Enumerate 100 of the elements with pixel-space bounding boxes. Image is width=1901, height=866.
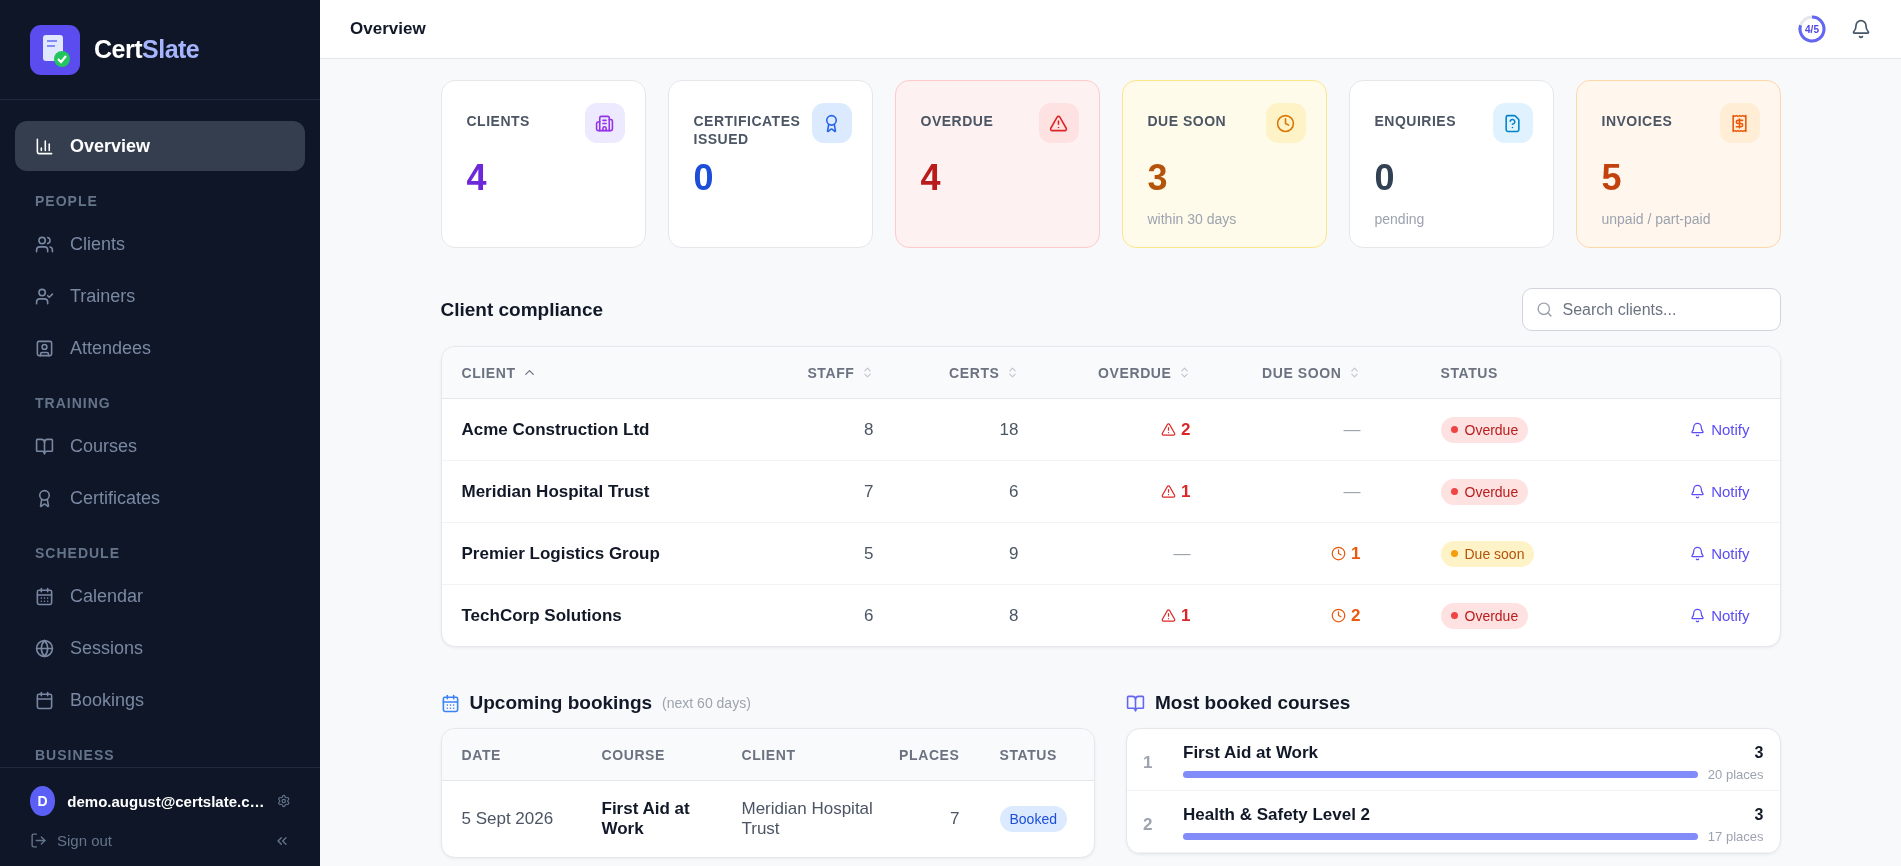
booking-count: 3	[1754, 806, 1764, 824]
table-cell: 7	[950, 809, 960, 829]
table-cell: Meridian Hospital Trust	[461, 481, 650, 502]
table-cell: 8	[1009, 605, 1019, 626]
bar-chart-icon	[35, 136, 54, 156]
table-cell: 18	[999, 419, 1019, 440]
table-cell: 8	[864, 419, 874, 440]
course-name: First Aid at Work	[1183, 743, 1319, 763]
user-check-icon	[35, 286, 54, 306]
table-cell: 5 Sept 2026	[461, 809, 554, 829]
course-name: Health & Safety Level 2	[1183, 805, 1371, 825]
rank-number: 2	[1143, 814, 1154, 835]
clock-icon	[1331, 546, 1347, 561]
status-badge: Due soon	[1440, 540, 1535, 567]
nav-item[interactable]: Attendees	[15, 323, 305, 373]
section-label: TRAINING	[34, 394, 112, 413]
stat-caption: unpaid / part-paid	[1601, 211, 1712, 227]
stat-caption: pending	[1374, 211, 1426, 227]
sign-out-link[interactable]: Sign out	[57, 832, 264, 849]
bell-icon[interactable]	[1851, 19, 1871, 39]
nav-item[interactable]: Clients	[15, 219, 305, 269]
table-cell: TechCorp Solutions	[461, 605, 622, 626]
page-title: Overview	[350, 19, 427, 39]
nav-item[interactable]: Courses	[15, 421, 305, 471]
table-cell: 5	[864, 543, 874, 564]
document-question-icon	[1492, 103, 1533, 143]
table-cell: 7	[864, 481, 874, 502]
sign-out-icon	[30, 832, 47, 849]
users-icon	[35, 234, 54, 254]
notify-link[interactable]: Notify	[1690, 421, 1750, 438]
column-header: STATUS	[1439, 364, 1500, 381]
stat-label: CERTIFICATES ISSUED	[693, 112, 802, 148]
section-title: Upcoming bookings	[469, 692, 653, 714]
stat-value: 5	[1601, 157, 1622, 199]
table-cell: —	[1173, 543, 1191, 564]
table-cell: 6	[864, 605, 874, 626]
book-icon	[1126, 693, 1145, 713]
table-cell: 2	[1181, 419, 1191, 440]
rank-number: 1	[1143, 752, 1154, 773]
notify-link[interactable]: Notify	[1690, 607, 1750, 624]
column-header[interactable]: CERTS	[873, 364, 1019, 381]
section-label: PEOPLE	[34, 192, 99, 211]
column-header[interactable]: OVERDUE	[1018, 364, 1191, 381]
table-cell: 1	[1351, 543, 1361, 564]
places-count: 17 places	[1707, 829, 1764, 844]
globe-icon	[35, 638, 54, 658]
nav-item[interactable]: Trainers	[15, 271, 305, 321]
progress-ring: 4/5	[1797, 14, 1827, 44]
table-cell-text: First Aid at Work	[601, 799, 691, 839]
nav-item[interactable]: Overview	[15, 121, 305, 171]
warning-icon	[1161, 608, 1177, 623]
table-cell: 1	[1181, 605, 1191, 626]
column-header: COURSE	[601, 746, 666, 763]
building-icon	[584, 103, 625, 143]
nav-item[interactable]: Certificates	[15, 473, 305, 523]
clock-icon	[1265, 103, 1306, 143]
table-cell-text: Meridian Hospital Trust	[741, 799, 874, 839]
stat-label: INVOICES	[1601, 112, 1673, 131]
notify-link[interactable]: Notify	[1690, 545, 1750, 562]
nav-item[interactable]: Bookings	[15, 675, 305, 725]
table-cell: —	[1343, 419, 1361, 440]
section-label: BUSINESS	[34, 746, 116, 765]
column-header: DATE	[461, 746, 502, 763]
table-cell: 6	[1009, 481, 1019, 502]
stat-caption: within 30 days	[1147, 211, 1238, 227]
column-header[interactable]: DUE SOON	[1190, 364, 1361, 381]
column-header[interactable]: CLIENT	[461, 364, 722, 381]
status-badge: Booked	[999, 806, 1067, 832]
bell-icon	[1690, 422, 1706, 437]
column-header: STATUS	[998, 746, 1059, 763]
stat-label: DUE SOON	[1147, 112, 1227, 131]
table-cell: Premier Logistics Group	[461, 543, 660, 564]
bell-icon	[1690, 608, 1706, 623]
notify-link[interactable]: Notify	[1690, 483, 1750, 500]
nav-item[interactable]: Sessions	[15, 623, 305, 673]
table-cell: 1	[1181, 481, 1191, 502]
table-cell: Acme Construction Ltd	[461, 419, 650, 440]
nav-item[interactable]: Calendar	[15, 571, 305, 621]
status-badge: Overdue	[1440, 416, 1529, 443]
search-icon	[1535, 301, 1553, 318]
id-card-icon	[35, 338, 54, 358]
section-title: Client compliance	[440, 298, 604, 321]
settings-icon[interactable]	[276, 793, 290, 809]
warning-icon	[1161, 484, 1177, 499]
bell-icon	[1690, 484, 1706, 499]
stat-label: CLIENTS	[466, 112, 530, 131]
booking-count: 3	[1754, 744, 1764, 762]
table-cell: —	[1343, 481, 1361, 502]
status-badge: Overdue	[1440, 602, 1529, 629]
ribbon-badge-icon	[811, 103, 852, 143]
clock-icon	[1331, 608, 1347, 623]
calendar-icon	[35, 690, 54, 710]
brand-name: CertSlate	[94, 35, 200, 64]
column-header[interactable]: STAFF	[721, 364, 874, 381]
warning-icon	[1161, 422, 1177, 437]
search-field[interactable]: Search clients...	[1521, 288, 1781, 331]
avatar: D	[30, 786, 56, 816]
section-note: (next 60 days)	[662, 695, 751, 711]
section-label: SCHEDULE	[34, 544, 121, 563]
table-cell: 9	[1009, 543, 1019, 564]
